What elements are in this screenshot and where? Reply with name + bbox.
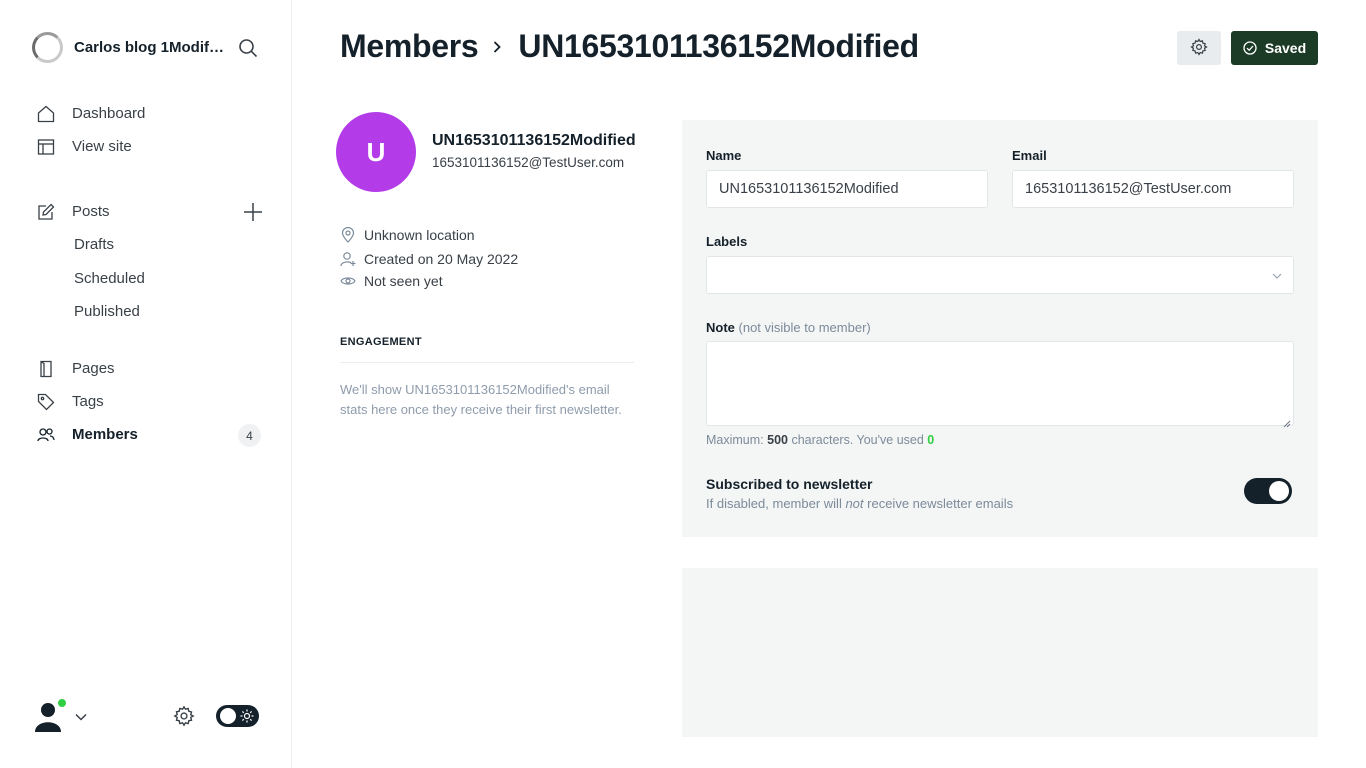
hint-used: 0 bbox=[927, 433, 935, 447]
nav-tags[interactable]: Tags bbox=[36, 385, 264, 418]
nav-dashboard[interactable]: Dashboard bbox=[36, 97, 264, 130]
note-char-hint: Maximum: 500 characters. You've used 0 bbox=[706, 433, 934, 447]
brand[interactable]: Carlos blog 1Modified bbox=[32, 32, 262, 63]
newsletter-desc-em: not bbox=[845, 496, 864, 511]
name-field[interactable]: UN1653101136152Modified bbox=[706, 170, 988, 208]
tag-icon bbox=[36, 392, 56, 412]
hint-prefix: Maximum: bbox=[706, 433, 768, 447]
saved-button[interactable]: Saved bbox=[1231, 31, 1318, 65]
nav-published[interactable]: Published bbox=[36, 295, 264, 329]
engagement-heading: ENGAGEMENT bbox=[340, 336, 422, 348]
nav-scheduled[interactable]: Scheduled bbox=[36, 262, 264, 296]
sidebar: Carlos blog 1Modified Dashboard View sit… bbox=[0, 0, 292, 768]
layout-icon bbox=[36, 137, 56, 157]
saved-button-label: Saved bbox=[1264, 40, 1307, 56]
primary-nav: Dashboard View site bbox=[36, 97, 264, 163]
secondary-card bbox=[682, 568, 1318, 737]
note-label-hint: (not visible to member) bbox=[738, 320, 871, 335]
member-location: Unknown location bbox=[340, 227, 475, 243]
toggle-knob bbox=[220, 708, 236, 724]
name-label: Name bbox=[706, 148, 742, 163]
nav-pages-label: Pages bbox=[72, 360, 115, 377]
labels-select[interactable] bbox=[706, 256, 1294, 294]
member-email: 1653101136152@TestUser.com bbox=[432, 155, 625, 170]
hint-max: 500 bbox=[767, 433, 788, 447]
user-add-icon bbox=[340, 251, 356, 267]
nav-pages[interactable]: Pages bbox=[36, 352, 264, 385]
newsletter-title: Subscribed to newsletter bbox=[706, 476, 873, 492]
email-label: Email bbox=[1012, 148, 1047, 163]
breadcrumb-members-link[interactable]: Members bbox=[340, 28, 479, 65]
new-post-plus-icon[interactable] bbox=[242, 201, 264, 223]
nav-view-site-label: View site bbox=[72, 138, 132, 155]
members-icon bbox=[36, 425, 56, 445]
nav-posts-label: Posts bbox=[72, 203, 110, 220]
sun-icon bbox=[240, 709, 254, 723]
settings-gear-icon[interactable] bbox=[173, 705, 195, 727]
user-avatar[interactable] bbox=[34, 698, 67, 732]
nav-dashboard-label: Dashboard bbox=[72, 105, 146, 122]
location-pin-icon bbox=[340, 227, 356, 243]
hint-mid: characters. You've used bbox=[787, 433, 928, 447]
member-name: UN1653101136152Modified bbox=[432, 132, 636, 149]
chevron-down-icon bbox=[1271, 270, 1283, 282]
nav-view-site[interactable]: View site bbox=[36, 130, 264, 163]
member-last-seen-text: Not seen yet bbox=[364, 273, 443, 289]
newsletter-desc-a: If disabled, member will bbox=[706, 496, 846, 511]
check-circle-icon bbox=[1243, 41, 1265, 55]
labels-label: Labels bbox=[706, 234, 748, 249]
site-title: Carlos blog 1Modified bbox=[74, 39, 224, 56]
search-icon[interactable] bbox=[238, 38, 258, 58]
resize-handle-icon[interactable] bbox=[1283, 415, 1291, 428]
site-logo bbox=[32, 32, 63, 63]
member-created: Created on 20 May 2022 bbox=[340, 251, 518, 267]
newsletter-toggle-knob bbox=[1269, 481, 1289, 501]
home-icon bbox=[36, 104, 56, 124]
member-avatar: U bbox=[336, 112, 416, 192]
nav-members[interactable]: Members 4 bbox=[36, 418, 264, 451]
nav-members-label: Members bbox=[72, 426, 138, 443]
secondary-nav: Pages Tags Members 4 bbox=[36, 352, 264, 451]
posts-nav: Posts Drafts Scheduled Published bbox=[36, 195, 264, 329]
page-title: UN1653101136152Modified bbox=[518, 28, 919, 64]
edit-icon bbox=[36, 202, 56, 222]
newsletter-toggle[interactable] bbox=[1244, 478, 1292, 504]
engagement-divider bbox=[340, 362, 634, 363]
note-label: Note (not visible to member) bbox=[706, 320, 871, 335]
email-field[interactable]: 1653101136152@TestUser.com bbox=[1012, 170, 1294, 208]
breadcrumb: Members UN1653101136152Modified bbox=[340, 28, 919, 65]
newsletter-desc-b: receive newsletter emails bbox=[863, 496, 1014, 511]
dark-mode-toggle[interactable] bbox=[216, 705, 259, 727]
member-location-text: Unknown location bbox=[364, 227, 475, 243]
newsletter-description: If disabled, member will not receive new… bbox=[706, 496, 1013, 511]
gear-icon bbox=[1190, 37, 1208, 59]
members-count-badge: 4 bbox=[238, 424, 261, 447]
note-textarea[interactable] bbox=[706, 341, 1294, 428]
engagement-text: We'll show UN1653101136152Modified's ema… bbox=[340, 382, 622, 417]
member-created-text: Created on 20 May 2022 bbox=[364, 251, 519, 267]
member-settings-button[interactable] bbox=[1177, 31, 1221, 65]
chevron-down-icon[interactable] bbox=[74, 710, 88, 724]
note-label-text: Note bbox=[706, 320, 735, 335]
nav-tags-label: Tags bbox=[72, 393, 104, 410]
online-status-dot bbox=[57, 698, 67, 708]
page-icon bbox=[36, 359, 56, 379]
nav-posts[interactable]: Posts bbox=[36, 195, 264, 228]
member-last-seen: Not seen yet bbox=[340, 273, 443, 289]
eye-icon bbox=[340, 273, 356, 289]
nav-drafts[interactable]: Drafts bbox=[36, 228, 264, 262]
chevron-right-icon bbox=[490, 40, 504, 54]
